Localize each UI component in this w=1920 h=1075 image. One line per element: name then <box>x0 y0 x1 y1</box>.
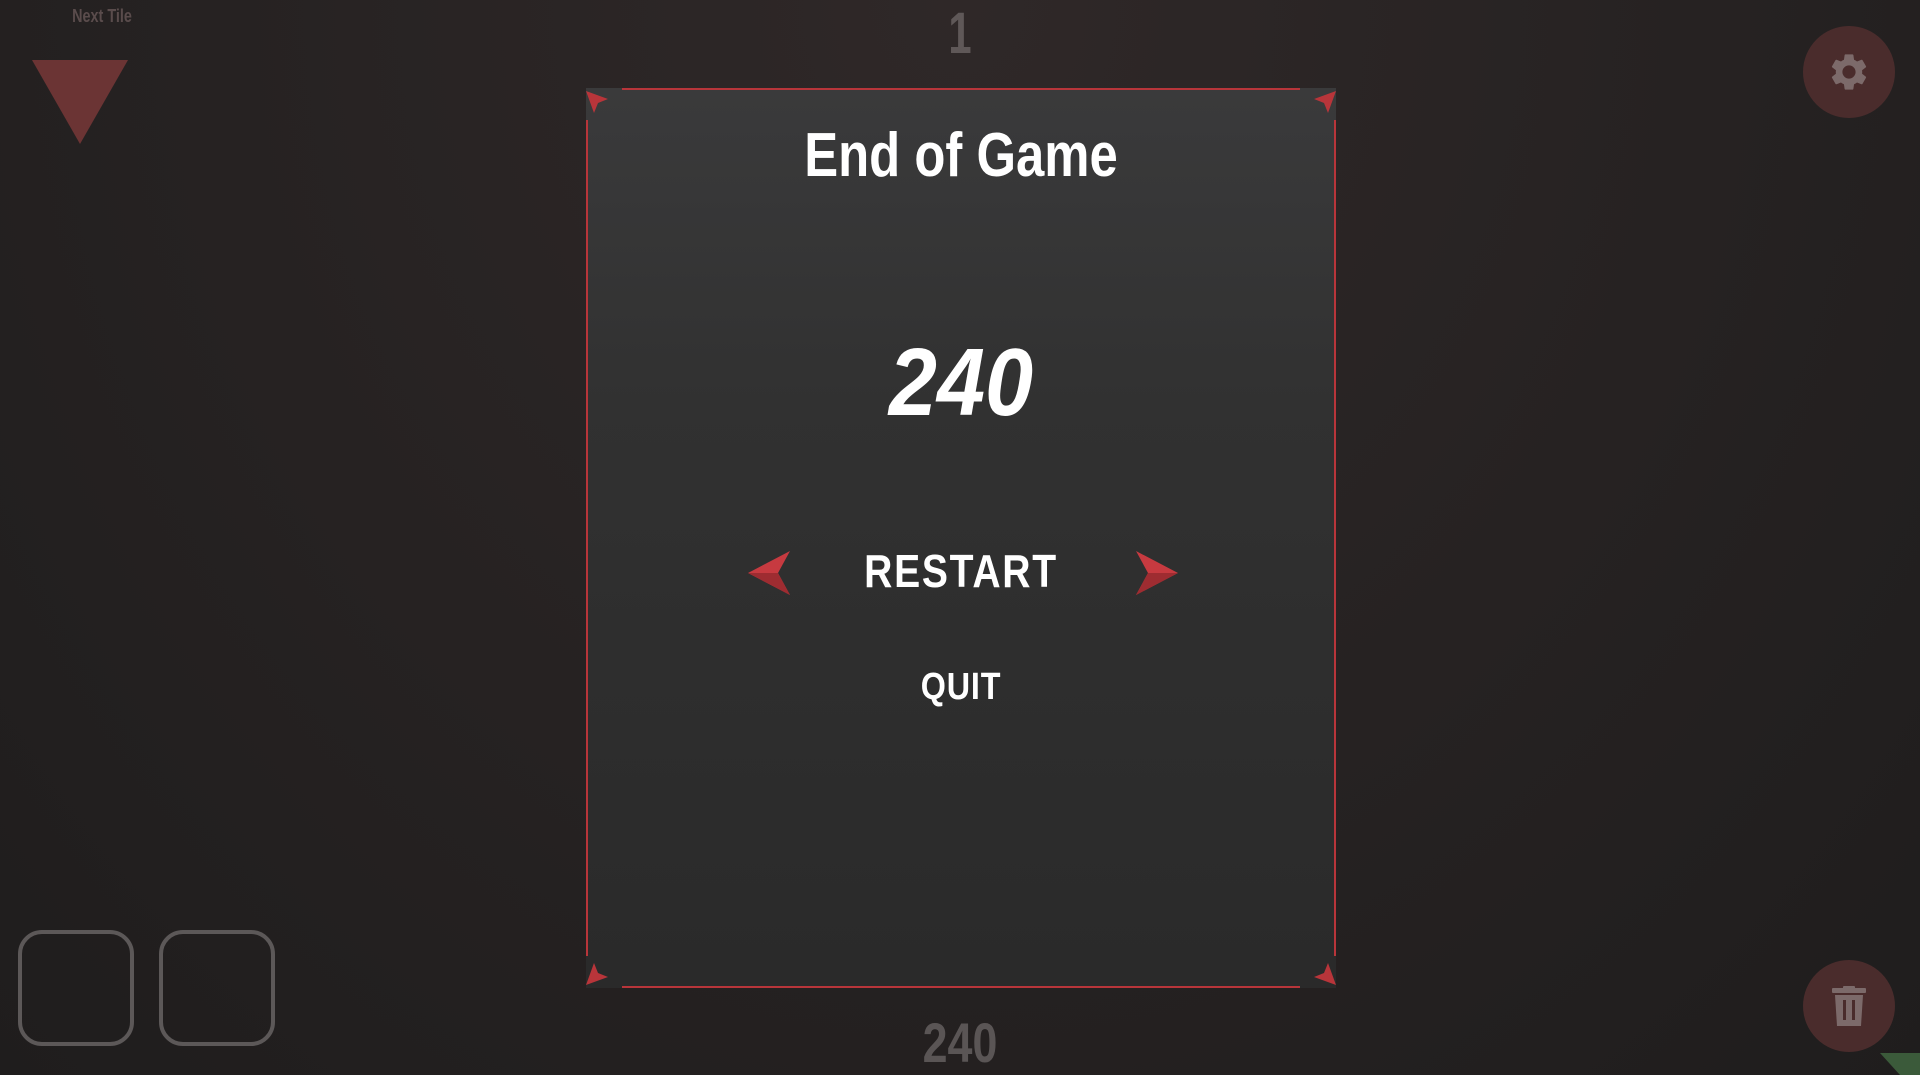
panel-border-left <box>586 120 588 956</box>
selector-arrow-right-icon <box>1136 551 1178 595</box>
restart-button[interactable]: RESTART <box>812 544 1110 598</box>
trash-button[interactable] <box>1803 960 1895 1052</box>
selector-arrow-left-icon <box>748 551 790 595</box>
gear-icon <box>1831 54 1867 90</box>
current-score: 240 <box>922 1011 998 1074</box>
level-number: 1 <box>948 1 972 66</box>
dialog-title: End of Game <box>804 121 1118 190</box>
corner-tile-decoration <box>1880 1053 1920 1075</box>
final-score: 240 <box>888 329 1034 436</box>
corner-arrow-icon <box>1314 91 1336 113</box>
trash-icon <box>1832 986 1866 1026</box>
hold-slot-1[interactable] <box>18 930 134 1046</box>
panel-border-top <box>622 88 1300 90</box>
corner-arrow-icon <box>1314 963 1336 985</box>
end-of-game-dialog: End of Game 240 RESTART QUIT <box>586 88 1336 988</box>
quit-button[interactable]: QUIT <box>876 666 1046 709</box>
corner-arrow-icon <box>586 963 608 985</box>
next-tile-label: Next Tile <box>72 6 132 26</box>
corner-arrow-icon <box>586 91 608 113</box>
panel-border-bottom <box>622 986 1300 988</box>
next-tile-triangle-icon <box>32 60 128 144</box>
panel-border-right <box>1334 120 1336 956</box>
settings-button[interactable] <box>1803 26 1895 118</box>
hold-slot-2[interactable] <box>159 930 275 1046</box>
